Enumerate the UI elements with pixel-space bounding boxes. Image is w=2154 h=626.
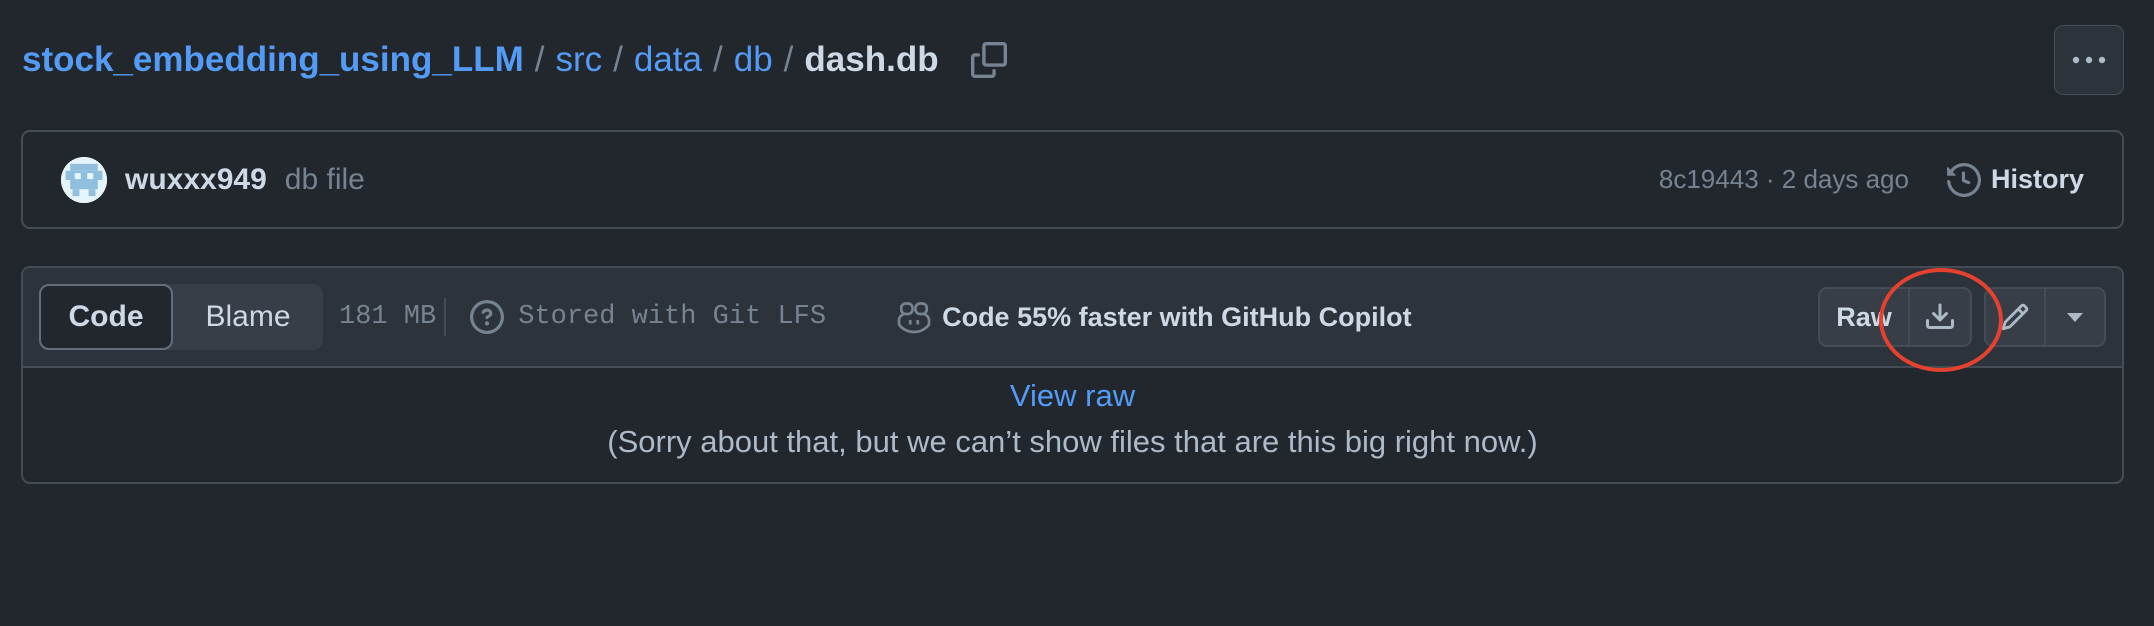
commit-message-link[interactable]: db file bbox=[285, 163, 365, 197]
question-icon[interactable] bbox=[470, 300, 505, 334]
breadcrumb-current-file: dash.db bbox=[804, 40, 939, 79]
breadcrumb-data-link[interactable]: data bbox=[634, 40, 702, 80]
file-too-large-message: (Sorry about that, but we can’t show fil… bbox=[607, 424, 1538, 459]
breadcrumb: stock_embedding_using_LLM / src / data /… bbox=[22, 36, 1009, 84]
edit-options-dropdown[interactable] bbox=[2046, 289, 2104, 345]
raw-download-group: Raw bbox=[1818, 287, 1972, 347]
divider bbox=[444, 298, 447, 336]
breadcrumb-db-link[interactable]: db bbox=[734, 40, 773, 80]
breadcrumb-separator: / bbox=[783, 40, 794, 79]
git-lfs-info: Stored with Git LFS bbox=[470, 300, 826, 334]
latest-commit-bar: wuxxx949 db file 8c19443 · 2 days ago Hi… bbox=[21, 130, 2124, 229]
identicon-icon bbox=[61, 156, 107, 203]
view-raw-link[interactable]: View raw bbox=[1010, 378, 1135, 414]
history-icon bbox=[1946, 162, 1981, 197]
file-view: Code Blame 181 MB Stored with Git LFS Co… bbox=[21, 266, 2124, 484]
more-options-button[interactable] bbox=[2054, 25, 2124, 95]
pencil-icon bbox=[2001, 303, 2029, 331]
breadcrumb-separator: / bbox=[713, 40, 723, 79]
view-mode-toggle: Code Blame bbox=[39, 284, 323, 350]
commit-sha-time-link[interactable]: 8c19443 · 2 days ago bbox=[1659, 164, 1909, 195]
copilot-icon bbox=[897, 302, 931, 334]
copilot-promo-label: Code 55% faster with GitHub Copilot bbox=[942, 301, 1412, 332]
history-label: History bbox=[1990, 164, 2084, 194]
download-raw-button[interactable] bbox=[1910, 289, 1970, 345]
kebab-icon bbox=[2072, 56, 2106, 64]
copy-path-button[interactable] bbox=[969, 40, 1009, 80]
breadcrumb-src-link[interactable]: src bbox=[555, 40, 602, 80]
commit-author-link[interactable]: wuxxx949 bbox=[125, 163, 267, 197]
triangle-down-icon bbox=[2067, 313, 2083, 322]
tab-code[interactable]: Code bbox=[39, 284, 173, 350]
file-actions: Raw bbox=[1818, 287, 2106, 347]
breadcrumb-separator: / bbox=[613, 40, 623, 79]
download-icon bbox=[1926, 303, 1954, 329]
breadcrumb-separator: / bbox=[534, 40, 545, 79]
git-lfs-label: Stored with Git LFS bbox=[518, 302, 827, 332]
breadcrumb-repo-link[interactable]: stock_embedding_using_LLM bbox=[22, 40, 524, 80]
raw-button[interactable]: Raw bbox=[1820, 289, 1910, 345]
tab-blame[interactable]: Blame bbox=[173, 284, 323, 350]
edit-group bbox=[1984, 287, 2106, 347]
copilot-promo-link[interactable]: Code 55% faster with GitHub Copilot bbox=[896, 300, 1412, 334]
edit-file-button[interactable] bbox=[1986, 289, 2046, 345]
file-content: View raw (Sorry about that, but we can’t… bbox=[23, 368, 2122, 460]
history-button[interactable]: History bbox=[1946, 162, 2100, 197]
copy-icon bbox=[970, 42, 1007, 78]
file-header: Code Blame 181 MB Stored with Git LFS Co… bbox=[23, 268, 2122, 368]
file-size: 181 MB bbox=[339, 302, 437, 332]
avatar[interactable] bbox=[61, 156, 107, 203]
